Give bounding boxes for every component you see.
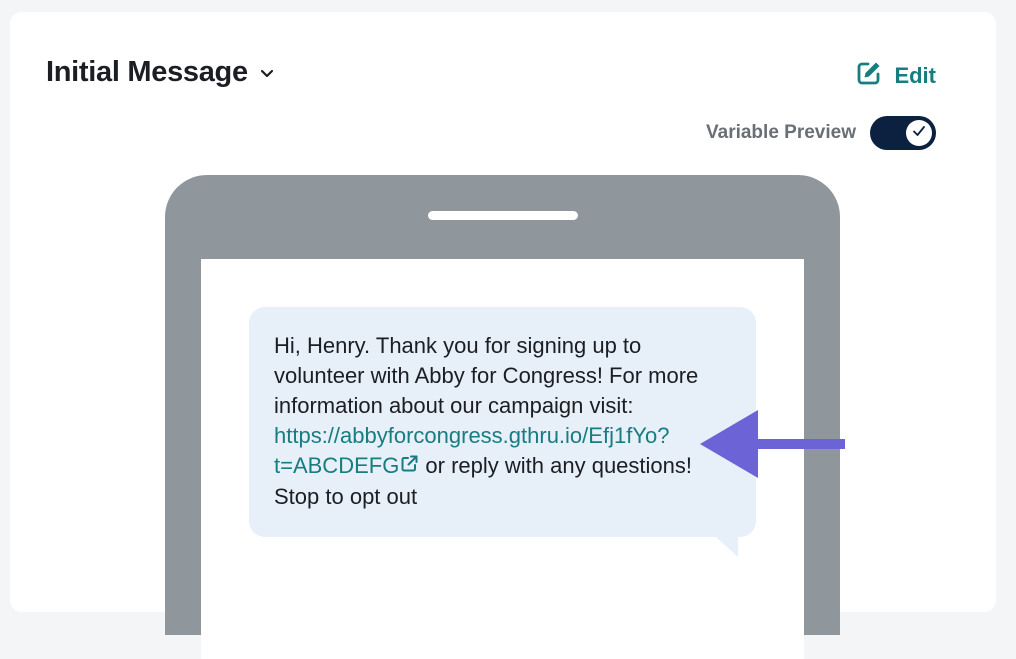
toggle-knob [906,120,932,146]
message-card: Initial Message Edit Variable Preview Hi… [10,12,996,659]
link-text: t=ABCDEFG [274,453,400,478]
message-line: Stop to opt out [274,484,418,509]
chevron-down-icon [260,66,274,84]
message-line: Hi, Henry. Thank you for signing up to [274,333,642,358]
edit-icon [856,60,894,92]
arrow-left-icon [700,410,850,485]
variable-preview-toggle[interactable] [870,116,936,150]
variable-preview-control: Variable Preview [706,116,936,150]
bubble-tail [716,537,738,557]
edit-label: Edit [894,63,936,88]
variable-preview-label: Variable Preview [706,122,856,143]
external-link-icon [399,452,419,482]
message-line: volunteer with Abby for Congress! For mo… [274,363,699,388]
message-text: or reply with any questions! [419,453,693,478]
page-title: Initial Message [46,56,248,88]
edit-button[interactable]: Edit [856,60,936,92]
link-text: https://abbyforcongress.gthru.io/Efj1fYo… [274,423,670,448]
message-title-dropdown[interactable]: Initial Message [46,56,274,89]
phone-preview: Hi, Henry. Thank you for signing up to v… [165,175,840,659]
message-line: information about our campaign visit: [274,393,634,418]
message-bubble: Hi, Henry. Thank you for signing up to v… [249,307,756,557]
phone-speaker [428,211,578,220]
check-icon [912,124,926,142]
